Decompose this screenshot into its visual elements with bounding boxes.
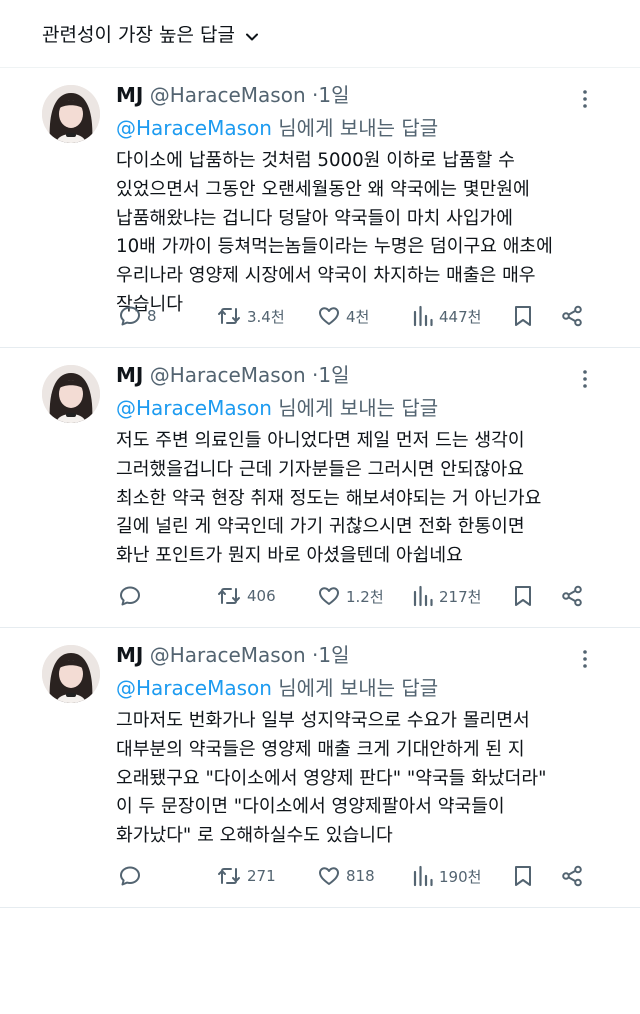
action-bar: 271 818 190천: [118, 862, 588, 890]
retweet-count: 3.4천: [247, 307, 285, 326]
reply-count: 8: [147, 307, 157, 325]
timestamp[interactable]: 1일: [318, 83, 349, 107]
view-count: 190천: [439, 867, 482, 886]
view-count: 447천: [439, 307, 482, 326]
reply-context-label: 님에게 보내는 답글: [278, 676, 439, 700]
reply-tweet[interactable]: MJ @HaraceMason ·1일 @HaraceMason 님에게 보내는…: [0, 628, 640, 908]
reply-button[interactable]: [118, 862, 147, 890]
timestamp[interactable]: 1일: [318, 643, 349, 667]
tweet-text: 그마저도 번화가나 일부 성지약국으로 수요가 몰리면서 대부분의 약국들은 영…: [116, 710, 547, 847]
like-count: 4천: [346, 307, 370, 326]
bookmark-icon: [513, 864, 533, 888]
views-bars-icon: [412, 304, 434, 328]
more-dots-icon[interactable]: [577, 648, 593, 670]
bookmark-icon: [513, 584, 533, 608]
share-icon: [560, 584, 584, 608]
reply-bubble-icon: [118, 864, 142, 888]
timestamp[interactable]: 1일: [318, 363, 349, 387]
share-icon: [560, 304, 584, 328]
sort-label: 관련성이 가장 높은 답글: [42, 24, 235, 46]
retweet-button[interactable]: 406: [216, 582, 276, 610]
avatar[interactable]: [42, 645, 100, 703]
more-dots-icon[interactable]: [577, 368, 593, 390]
views-button[interactable]: 447천: [412, 302, 481, 330]
action-bar: 8 3.4천 4천 447천: [118, 302, 588, 330]
reply-context-label: 님에게 보내는 답글: [278, 396, 439, 420]
tweet-header: MJ @HaraceMason ·1일: [116, 82, 349, 108]
retweet-button[interactable]: 271: [216, 862, 276, 890]
display-name[interactable]: MJ: [116, 643, 143, 667]
user-handle[interactable]: @HaraceMason: [150, 83, 306, 107]
action-bar: 406 1.2천 217천: [118, 582, 588, 610]
tweet-header: MJ @HaraceMason ·1일: [116, 642, 349, 668]
reply-context: @HaraceMason 님에게 보내는 답글: [116, 114, 438, 142]
share-button[interactable]: [560, 582, 584, 610]
reply-tweet[interactable]: MJ @HaraceMason ·1일 @HaraceMason 님에게 보내는…: [0, 68, 640, 348]
views-button[interactable]: 217천: [412, 582, 481, 610]
reply-mention-link[interactable]: @HaraceMason: [116, 116, 272, 140]
retweet-count: 271: [247, 867, 276, 885]
share-button[interactable]: [560, 302, 584, 330]
reply-list: MJ @HaraceMason ·1일 @HaraceMason 님에게 보내는…: [0, 68, 640, 908]
reply-button[interactable]: [118, 582, 147, 610]
views-bars-icon: [412, 584, 434, 608]
reply-bubble-icon: [118, 584, 142, 608]
reply-mention-link[interactable]: @HaraceMason: [116, 396, 272, 420]
avatar[interactable]: [42, 85, 100, 143]
share-button[interactable]: [560, 862, 584, 890]
heart-icon: [317, 584, 341, 608]
reply-button[interactable]: 8: [118, 302, 157, 330]
reply-tweet[interactable]: MJ @HaraceMason ·1일 @HaraceMason 님에게 보내는…: [0, 348, 640, 628]
bookmark-button[interactable]: [513, 862, 533, 890]
retweet-count: 406: [247, 587, 276, 605]
tweet-header: MJ @HaraceMason ·1일: [116, 362, 349, 388]
views-button[interactable]: 190천: [412, 862, 481, 890]
bookmark-icon: [513, 304, 533, 328]
reply-bubble-icon: [118, 304, 142, 328]
like-button[interactable]: 818: [317, 862, 375, 890]
heart-icon: [317, 304, 341, 328]
share-icon: [560, 864, 584, 888]
chevron-down-icon: [245, 27, 259, 41]
bookmark-button[interactable]: [513, 302, 533, 330]
sort-dropdown[interactable]: 관련성이 가장 높은 답글: [0, 0, 640, 68]
tweet-text: 다이소에 납품하는 것처럼 5000원 이하로 납품할 수 있었으면서 그동안 …: [116, 150, 553, 315]
display-name[interactable]: MJ: [116, 83, 143, 107]
like-button[interactable]: 4천: [317, 302, 369, 330]
avatar[interactable]: [42, 365, 100, 423]
reply-context: @HaraceMason 님에게 보내는 답글: [116, 674, 438, 702]
reply-mention-link[interactable]: @HaraceMason: [116, 676, 272, 700]
tweet-text: 저도 주변 의료인들 아니었다면 제일 먼저 드는 생각이 그러했을겁니다 근데…: [116, 430, 542, 567]
view-count: 217천: [439, 587, 482, 606]
like-button[interactable]: 1.2천: [317, 582, 384, 610]
retweet-icon: [216, 304, 242, 328]
user-handle[interactable]: @HaraceMason: [150, 363, 306, 387]
like-count: 818: [346, 867, 375, 885]
views-bars-icon: [412, 864, 434, 888]
retweet-icon: [216, 584, 242, 608]
display-name[interactable]: MJ: [116, 363, 143, 387]
user-handle[interactable]: @HaraceMason: [150, 643, 306, 667]
retweet-button[interactable]: 3.4천: [216, 302, 285, 330]
retweet-icon: [216, 864, 242, 888]
reply-context: @HaraceMason 님에게 보내는 답글: [116, 394, 438, 422]
bookmark-button[interactable]: [513, 582, 533, 610]
reply-context-label: 님에게 보내는 답글: [278, 116, 439, 140]
heart-icon: [317, 864, 341, 888]
more-dots-icon[interactable]: [577, 88, 593, 110]
like-count: 1.2천: [346, 587, 384, 606]
